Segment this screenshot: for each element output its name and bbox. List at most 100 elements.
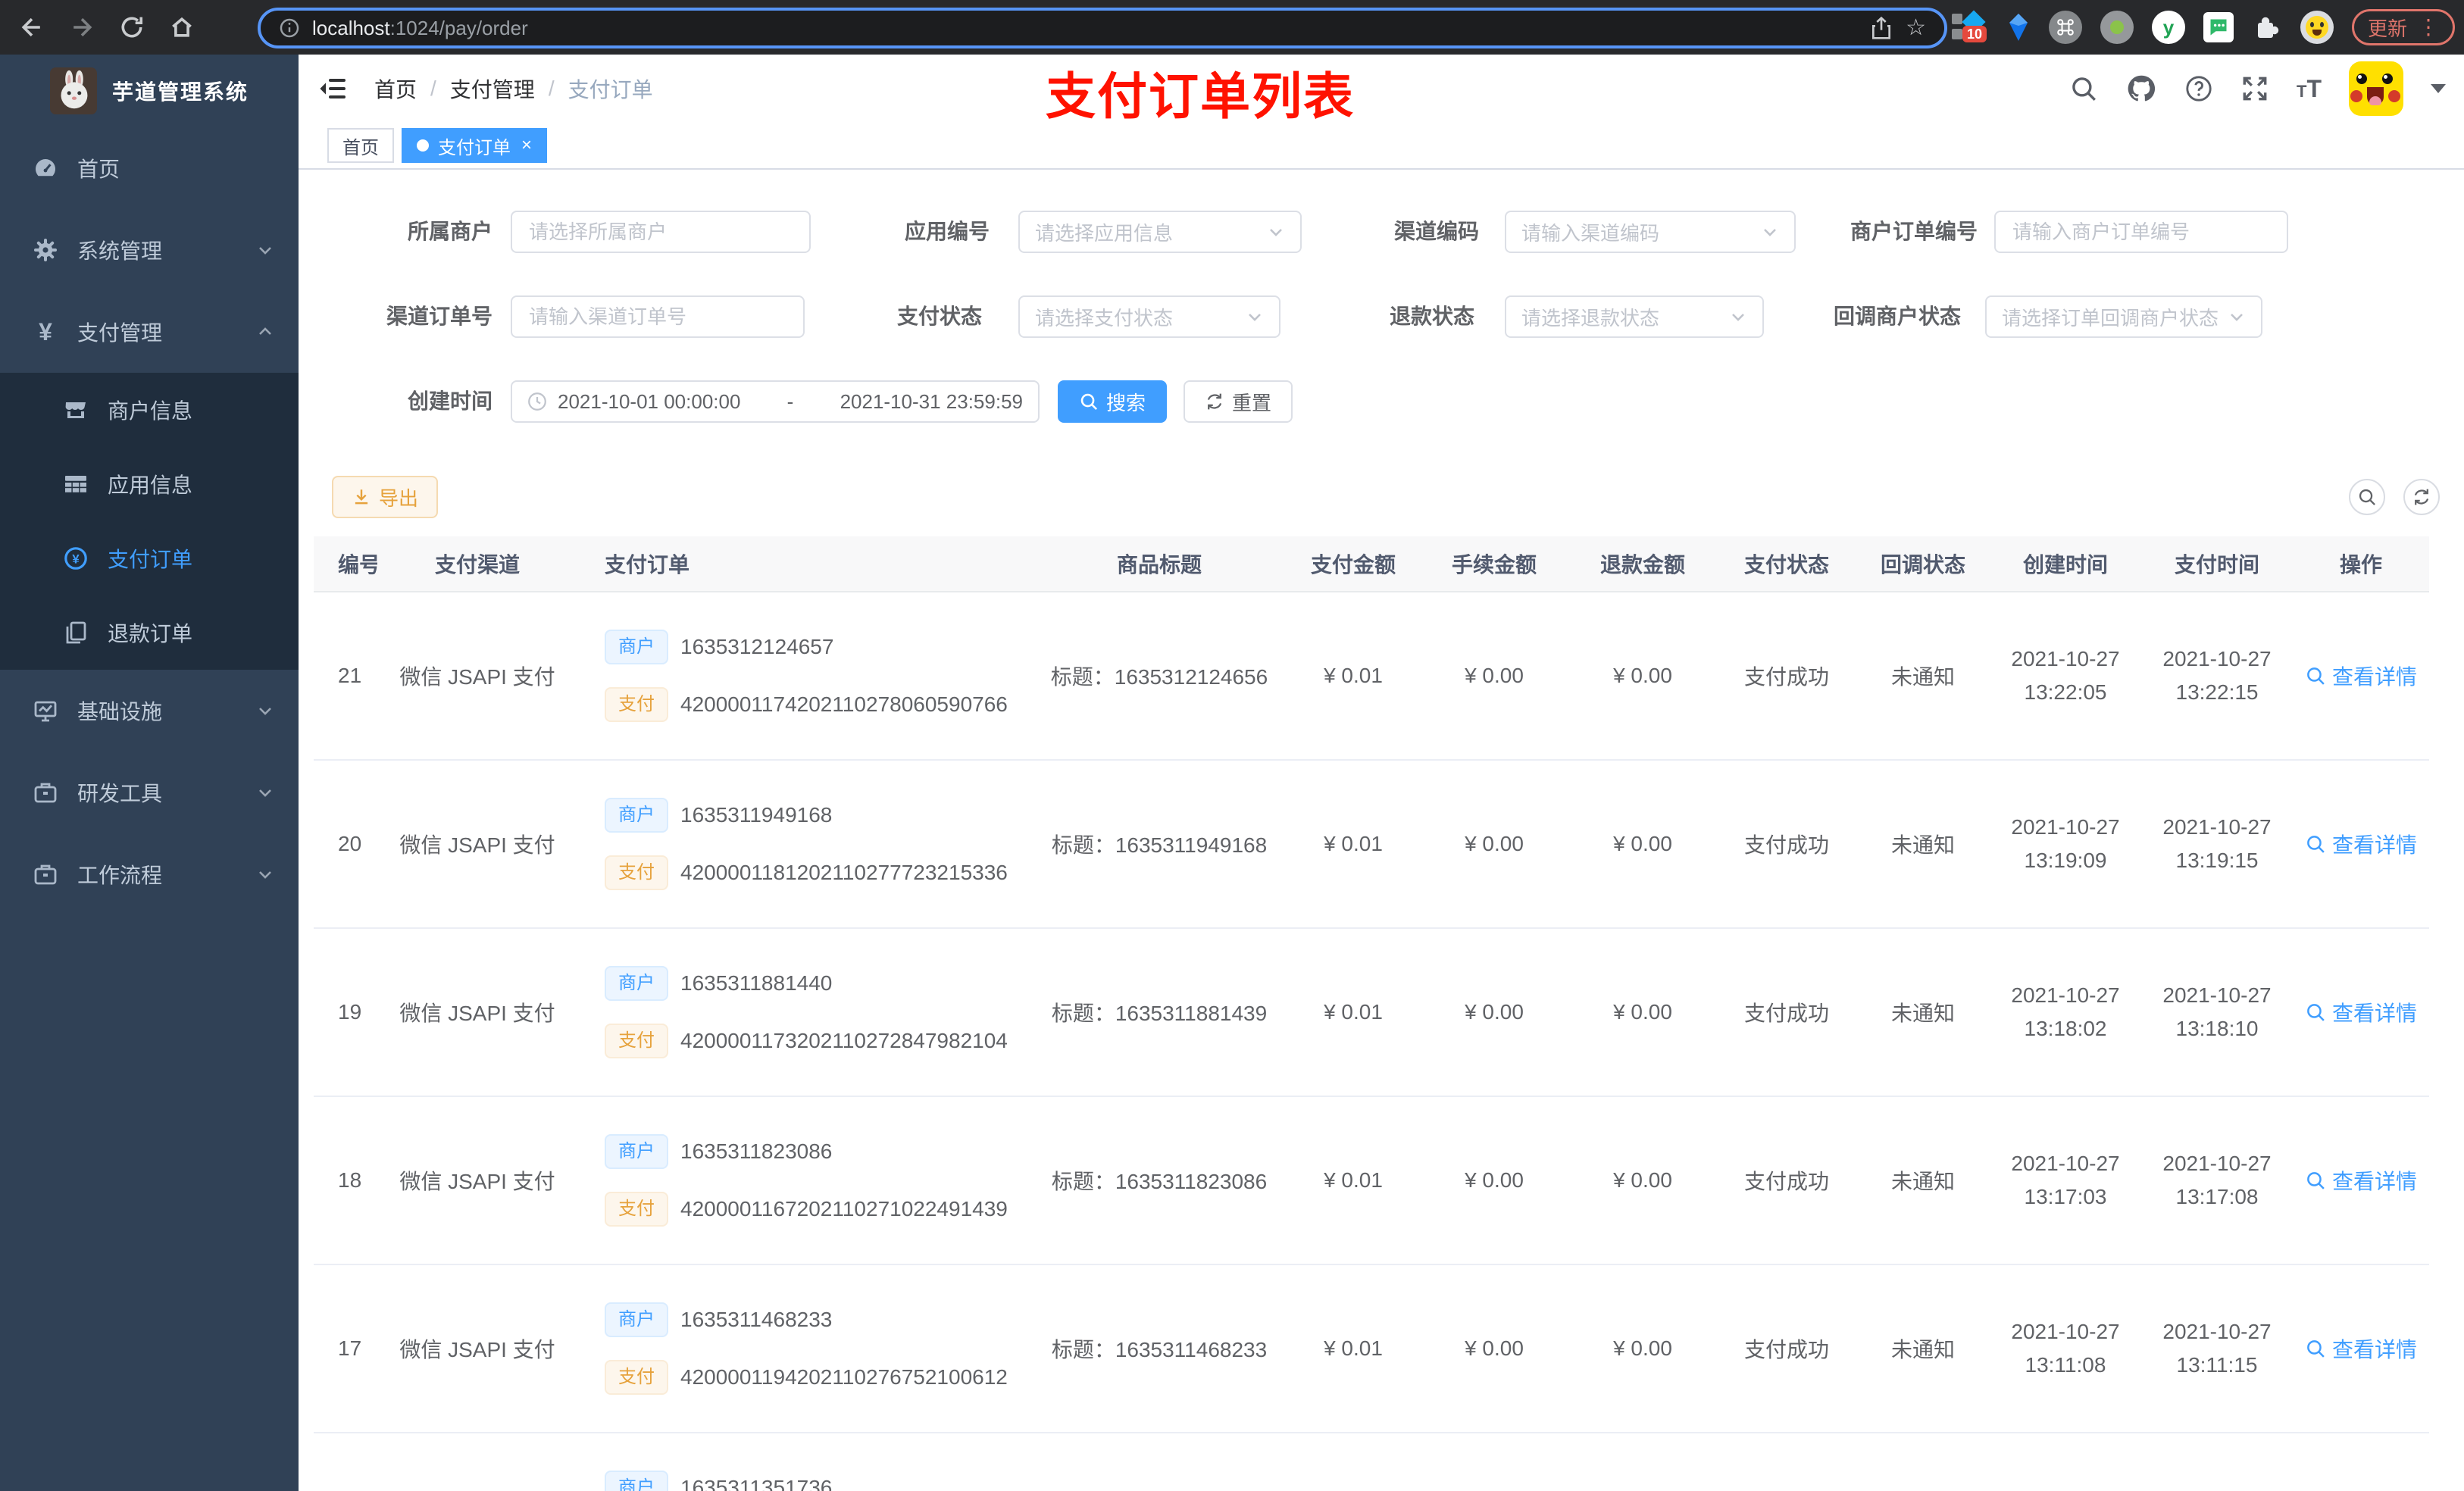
merchant-order-no-filter-input[interactable] xyxy=(1994,211,2288,253)
extension-command-icon[interactable] xyxy=(2048,11,2082,44)
view-details-link[interactable]: 查看详情 xyxy=(2305,1165,2417,1196)
cell-amount: ¥ 0.01 xyxy=(1324,664,1383,687)
merchant-tag: 商户 xyxy=(605,1302,668,1337)
channel-code-filter-select[interactable]: 请输入渠道编码 xyxy=(1505,211,1796,253)
cell-id: 21 xyxy=(338,664,362,687)
merchant-no: 1635311351736 xyxy=(680,1476,833,1491)
toggle-search-button[interactable] xyxy=(2349,479,2385,515)
pay-tag: 支付 xyxy=(605,687,668,722)
svg-text:¥: ¥ xyxy=(72,552,80,566)
merchant-order-no-filter-label: 商户订单编号 xyxy=(1850,220,1978,243)
created-time-filter-label: 创建时间 xyxy=(407,389,492,413)
cell-notify: 未通知 xyxy=(1890,1338,1955,1361)
date-range-end[interactable]: 2021-10-31 23:59:59 xyxy=(840,390,1023,414)
forward-icon[interactable] xyxy=(68,14,95,41)
col-refund: 退款金额 xyxy=(1599,553,1685,577)
help-icon[interactable] xyxy=(2184,74,2213,103)
view-details-link[interactable]: 查看详情 xyxy=(2305,1333,2417,1364)
tag-label: 首页 xyxy=(342,137,379,158)
bookmark-star-icon[interactable]: ☆ xyxy=(1906,17,1926,39)
sidebar-item-refund-order[interactable]: 退款订单 xyxy=(0,595,299,670)
app-title: 芋道管理系统 xyxy=(112,80,249,104)
col-paid: 支付时间 xyxy=(2174,553,2259,577)
pay-no: 4200001174202110278060590766 xyxy=(680,692,1008,716)
reset-button[interactable]: 重置 xyxy=(1184,380,1293,423)
sidebar-item-workflow[interactable]: 工作流程 xyxy=(0,833,299,915)
update-label: 更新 xyxy=(2367,17,2407,40)
col-notify: 回调状态 xyxy=(1880,553,1965,577)
cell-channel: 微信 JSAPI 支付 xyxy=(399,833,555,857)
col-amount: 支付金额 xyxy=(1310,553,1396,577)
sidebar-item-payment[interactable]: ¥ 支付管理 xyxy=(0,291,299,373)
refresh-table-button[interactable] xyxy=(2403,479,2440,515)
col-action: 操作 xyxy=(2339,553,2382,577)
channel-order-no-filter-input[interactable] xyxy=(511,295,805,338)
yen-circle-icon: ¥ xyxy=(64,546,88,570)
notify-status-filter-select[interactable]: 请选择订单回调商户状态 xyxy=(1985,295,2262,338)
merchant-filter-input[interactable] xyxy=(511,211,811,253)
app-logo[interactable]: 芋道管理系统 xyxy=(0,55,299,127)
sidebar-item-merchant-info[interactable]: 商户信息 xyxy=(0,373,299,447)
extension-diamond-icon[interactable]: 10 xyxy=(1951,10,1988,44)
cell-fee: ¥ 0.00 xyxy=(1465,1336,1524,1360)
sidebar-collapse-icon[interactable] xyxy=(318,73,349,104)
shop-icon xyxy=(64,398,88,422)
user-avatar[interactable] xyxy=(2349,61,2403,116)
extension-y-icon[interactable]: y xyxy=(2151,11,2185,44)
select-placeholder: 请选择支付状态 xyxy=(1035,306,1174,330)
view-details-link[interactable]: 查看详情 xyxy=(2305,997,2417,1027)
url-path: :1024/pay/order xyxy=(389,16,528,39)
pay-status-filter-select[interactable]: 请选择支付状态 xyxy=(1018,295,1280,338)
created-time-range-picker[interactable]: 2021-10-01 00:00:00 - 2021-10-31 23:59:5… xyxy=(511,380,1040,423)
merchant-tag: 商户 xyxy=(605,966,668,1001)
extension-dot-icon[interactable] xyxy=(2100,11,2134,44)
sidebar-item-pay-order[interactable]: ¥ 支付订单 xyxy=(0,521,299,595)
tag-home[interactable]: 首页 xyxy=(327,128,394,163)
chevron-down-icon xyxy=(256,865,274,883)
date-range-start[interactable]: 2021-10-01 00:00:00 xyxy=(558,390,740,414)
profile-avatar-icon[interactable] xyxy=(2300,11,2334,44)
extension-chat-icon[interactable] xyxy=(2203,12,2234,42)
github-icon[interactable] xyxy=(2125,73,2157,105)
fullscreen-icon[interactable] xyxy=(2240,74,2269,103)
app-id-filter-select[interactable]: 请选择应用信息 xyxy=(1018,211,1302,253)
magnifier-icon xyxy=(2307,667,2325,685)
table-row: 17 微信 JSAPI 支付 商户 1635311468233 支付 4200001… xyxy=(314,1265,2429,1433)
breadcrumb-payment[interactable]: 支付管理 xyxy=(450,73,535,104)
sidebar-item-dev-tools[interactable]: 研发工具 xyxy=(0,752,299,833)
search-icon[interactable] xyxy=(2069,74,2098,103)
sidebar-item-home[interactable]: 首页 xyxy=(0,127,299,209)
refund-status-filter-select[interactable]: 请选择退款状态 xyxy=(1505,295,1764,338)
sidebar-item-infrastructure[interactable]: 基础设施 xyxy=(0,670,299,752)
col-status: 支付状态 xyxy=(1743,553,1829,577)
avatar-dropdown-icon[interactable] xyxy=(2431,84,2446,93)
cell-created: 2021-10-27 13:17:03 xyxy=(2011,1152,2120,1208)
sidebar-item-system[interactable]: 系统管理 xyxy=(0,209,299,291)
export-button[interactable]: 导出 xyxy=(332,476,438,518)
extensions-puzzle-icon[interactable] xyxy=(2252,12,2282,42)
url-host: localhost xyxy=(312,16,390,39)
cell-title: 标题：1635311881439 xyxy=(1051,1002,1268,1025)
cell-channel: 微信 JSAPI 支付 xyxy=(399,665,555,689)
browser-update-button[interactable]: 更新 ⋮ xyxy=(2351,9,2455,45)
clock-icon xyxy=(528,392,546,411)
back-icon[interactable] xyxy=(18,14,45,41)
reload-icon[interactable] xyxy=(118,14,145,41)
share-icon[interactable] xyxy=(1869,16,1893,40)
browser-menu-icon[interactable]: ⋮ xyxy=(2418,17,2439,38)
extension-kite-icon[interactable] xyxy=(2006,12,2031,42)
font-size-icon[interactable]: TT xyxy=(2297,77,2322,101)
close-icon[interactable]: × xyxy=(521,136,532,155)
sidebar-item-app-info[interactable]: 应用信息 xyxy=(0,447,299,521)
search-button[interactable]: 搜索 xyxy=(1058,380,1167,423)
active-dot-icon xyxy=(417,139,429,152)
view-details-link[interactable]: 查看详情 xyxy=(2305,661,2417,691)
view-details-link[interactable]: 查看详情 xyxy=(2305,829,2417,859)
site-info-icon[interactable] xyxy=(279,17,300,39)
cell-fee: ¥ 0.00 xyxy=(1465,664,1524,687)
url-bar[interactable]: localhost:1024/pay/order ☆ xyxy=(258,8,1947,48)
home-icon[interactable] xyxy=(168,14,195,41)
view-details-label: 查看详情 xyxy=(2331,1169,2417,1193)
tag-pay-order[interactable]: 支付订单 × xyxy=(402,128,548,163)
breadcrumb-home[interactable]: 首页 xyxy=(374,73,417,104)
